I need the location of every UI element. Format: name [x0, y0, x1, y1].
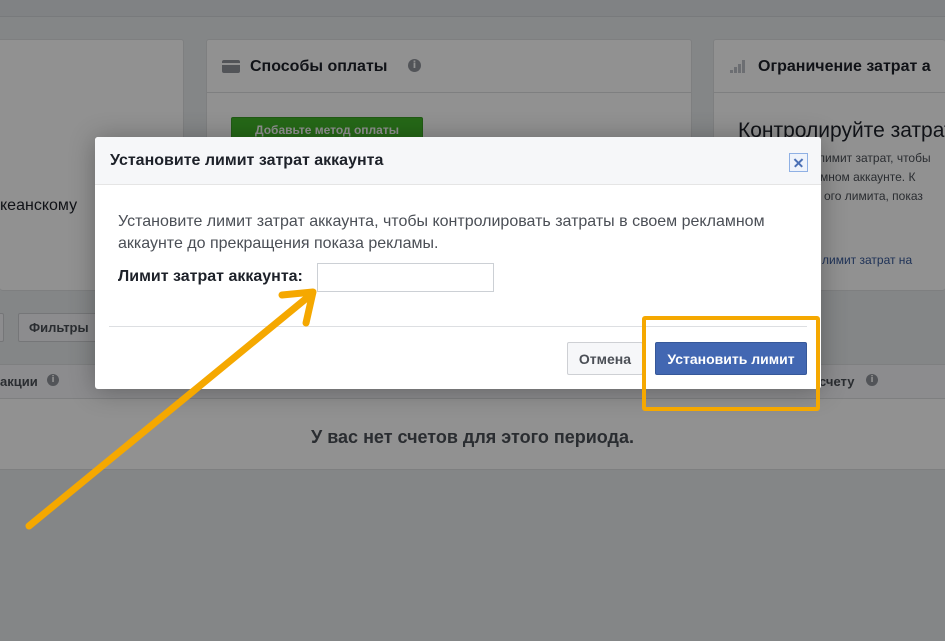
dialog-description: Установите лимит затрат аккаунта, чтобы … [118, 213, 765, 252]
account-limit-input[interactable] [317, 263, 494, 292]
spend-limit-dialog: Установите лимит затрат аккаунта Установ… [95, 137, 821, 389]
cancel-button[interactable]: Отмена [567, 342, 643, 375]
dialog-divider [109, 326, 807, 327]
dialog-title: Установите лимит затрат аккаунта [110, 152, 384, 169]
close-icon[interactable] [789, 153, 808, 172]
limit-field-label: Лимит затрат аккаунта: [118, 268, 303, 285]
dialog-header: Установите лимит затрат аккаунта [95, 137, 821, 185]
set-limit-button[interactable]: Установить лимит [655, 342, 807, 375]
